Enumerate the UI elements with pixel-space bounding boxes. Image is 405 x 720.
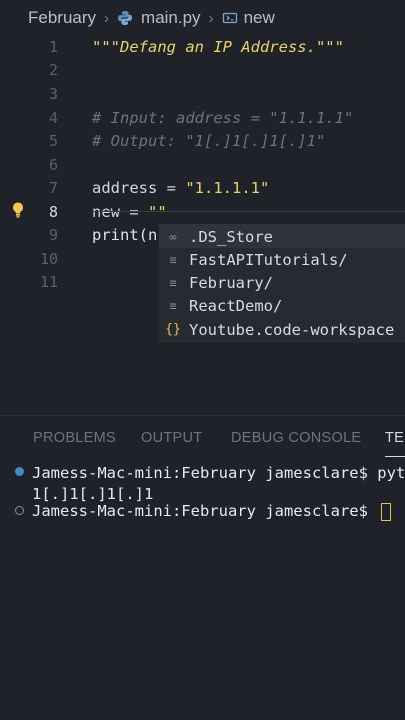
chevron-right-icon: › xyxy=(104,9,110,27)
code-line[interactable]: 6 xyxy=(0,154,405,177)
code-line[interactable]: 1 """Defang an IP Address.""" xyxy=(0,36,405,59)
folder-icon: ≡ xyxy=(169,252,177,267)
command-pending-icon[interactable] xyxy=(15,506,24,515)
suggestion-item[interactable]: ∞ .DS_Store xyxy=(159,225,405,248)
lightbulb-icon[interactable] xyxy=(10,201,26,219)
terminal-line: Jamess-Mac-mini:February jamesclare$ pyt… xyxy=(32,464,405,482)
breadcrumb-file[interactable]: main.py xyxy=(141,8,201,28)
line-number: 9 xyxy=(48,226,58,244)
command-success-icon[interactable] xyxy=(15,467,24,476)
code-line[interactable]: 2 xyxy=(0,59,405,82)
breadcrumb-folder[interactable]: February xyxy=(28,8,96,28)
suggestion-item[interactable]: ≡ ReactDemo/ xyxy=(159,294,405,317)
line-number: 4 xyxy=(48,109,58,127)
panel-tabs: PROBLEMS OUTPUT DEBUG CONSOLE TER xyxy=(0,415,405,462)
line-number: 11 xyxy=(39,273,58,291)
folder-icon: ≡ xyxy=(169,298,177,313)
code-line[interactable]: 5 # Output: "1[.]1[.]1[.]1" xyxy=(0,130,405,153)
breadcrumb-symbol[interactable]: new xyxy=(244,8,275,28)
line-number: 7 xyxy=(48,179,58,197)
suggestion-label: Youtube.code-workspace xyxy=(189,320,395,339)
tab-debug-console[interactable]: DEBUG CONSOLE xyxy=(231,430,361,446)
prompt-text: Jamess-Mac-mini:February jamesclare$ xyxy=(32,502,378,520)
suggestion-label: February/ xyxy=(189,273,273,292)
suggestion-label: ReactDemo/ xyxy=(189,296,283,315)
chevron-right-icon: › xyxy=(208,9,214,27)
code-editor[interactable]: 1 """Defang an IP Address.""" 2 3 4 # In… xyxy=(0,36,405,406)
line-number: 3 xyxy=(48,85,58,103)
active-tab-indicator xyxy=(385,456,405,457)
suggestion-label: FastAPITutorials/ xyxy=(189,250,348,269)
variable-symbol-icon xyxy=(222,12,237,24)
code-text: print(n xyxy=(92,226,158,244)
code-string: "" xyxy=(148,203,167,221)
line-number: 2 xyxy=(48,61,58,79)
autocomplete-suggestions[interactable]: ∞ .DS_Store ≡ FastAPITutorials/ ≡ Februa… xyxy=(159,224,405,343)
file-icon: ∞ xyxy=(169,229,177,244)
line-number: 8 xyxy=(48,203,58,221)
code-line[interactable]: 4 # Input: address = "1.1.1.1" xyxy=(0,107,405,130)
folder-icon: ≡ xyxy=(169,275,177,290)
code-comment: # Output: "1[.]1[.]1[.]1" xyxy=(92,132,326,150)
line-number: 6 xyxy=(48,156,58,174)
tab-problems[interactable]: PROBLEMS xyxy=(33,430,116,446)
tab-terminal[interactable]: TER xyxy=(385,430,405,446)
terminal-cursor xyxy=(381,502,392,521)
code-identifier: address = xyxy=(92,179,186,197)
code-line-active[interactable]: 8 new = "" xyxy=(0,201,405,224)
terminal-prompt[interactable]: Jamess-Mac-mini:February jamesclare$ xyxy=(32,500,392,522)
code-identifier: new = xyxy=(92,203,148,221)
suggestion-item[interactable]: {} Youtube.code-workspace xyxy=(159,318,405,341)
code-text: new = "" xyxy=(92,201,167,224)
code-line[interactable]: 3 xyxy=(0,83,405,106)
terminal[interactable]: Jamess-Mac-mini:February jamesclare$ pyt… xyxy=(0,462,405,720)
current-line-highlight xyxy=(92,211,405,212)
line-number: 10 xyxy=(39,250,58,268)
suggestion-item[interactable]: ≡ FastAPITutorials/ xyxy=(159,248,405,271)
breadcrumb: February › main.py › new xyxy=(0,0,405,36)
code-line[interactable]: 7 address = "1.1.1.1" xyxy=(0,177,405,200)
code-text: """Defang an IP Address.""" xyxy=(92,38,344,56)
line-number: 5 xyxy=(48,132,58,150)
suggestion-item[interactable]: ≡ February/ xyxy=(159,271,405,294)
python-icon xyxy=(118,11,133,25)
code-text: address = "1.1.1.1" xyxy=(92,177,269,200)
braces-icon: {} xyxy=(165,322,181,337)
line-number: 1 xyxy=(48,38,58,56)
code-string: "1.1.1.1" xyxy=(185,179,270,197)
code-comment: # Input: address = "1.1.1.1" xyxy=(92,109,354,127)
tab-output[interactable]: OUTPUT xyxy=(141,430,202,446)
suggestion-label: .DS_Store xyxy=(189,227,273,246)
